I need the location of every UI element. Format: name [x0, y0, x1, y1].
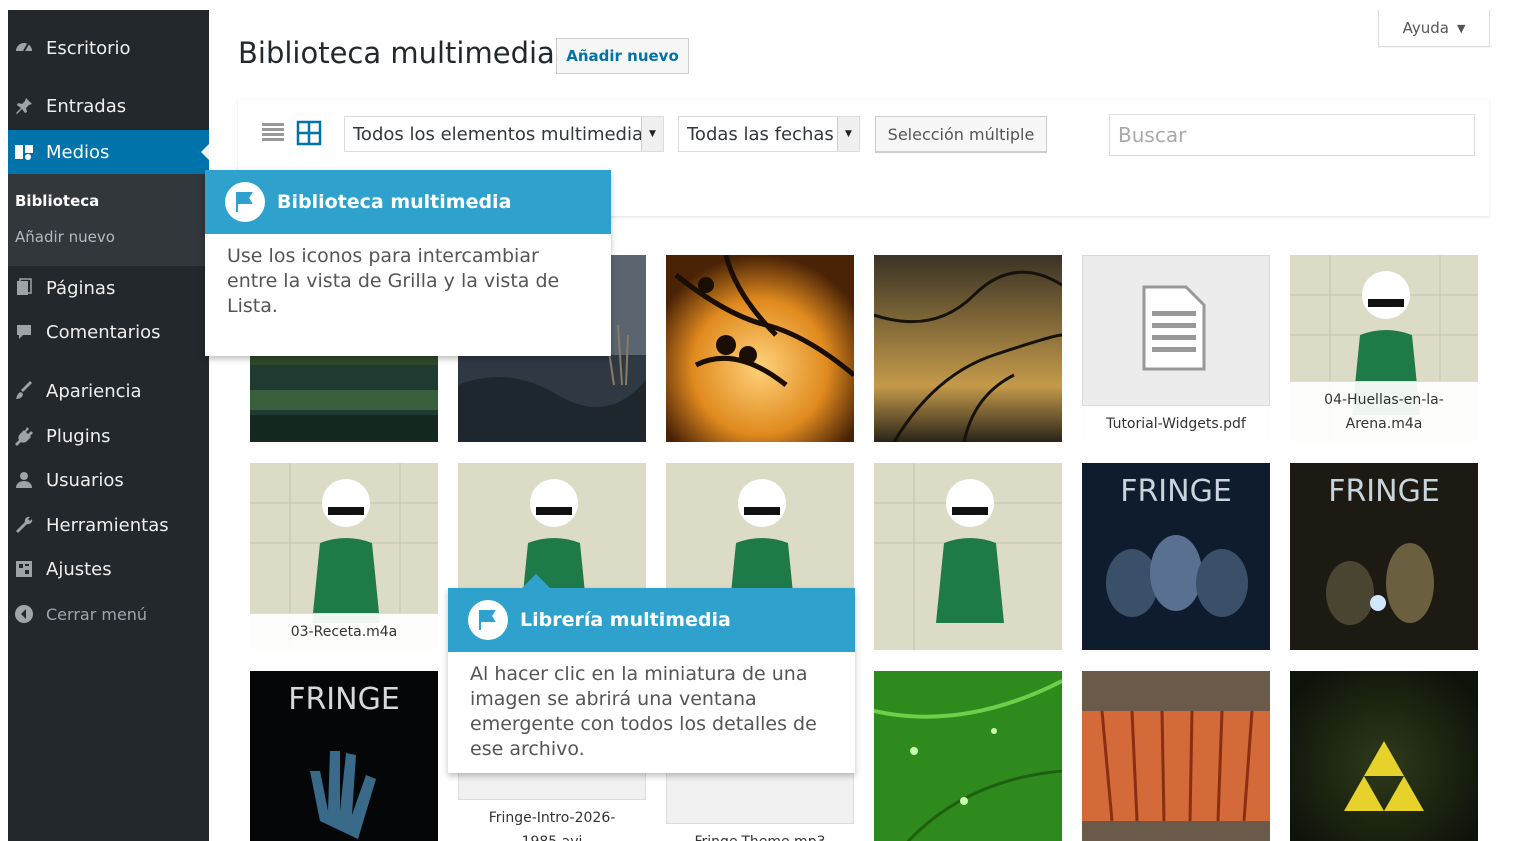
- fringe-poster-image: FRINGE: [1290, 463, 1478, 650]
- dashboard-icon: [12, 36, 36, 60]
- media-thumbnail-receta[interactable]: 03-Receta.m4a: [250, 463, 438, 650]
- submenu-item-anadir-nuevo[interactable]: Añadir nuevo: [15, 228, 115, 246]
- admin-sidebar: Escritorio Entradas Medios Biblioteca Añ…: [8, 10, 209, 841]
- media-filename: Tutorial-Widgets.pdf: [1082, 405, 1270, 442]
- page-title: Biblioteca multimedia: [238, 36, 555, 70]
- poster-title: FRINGE: [288, 682, 400, 717]
- menu-item-herramientas[interactable]: Herramientas: [8, 503, 209, 547]
- pointer-body: Al hacer clic en la miniatura de una ima…: [470, 663, 817, 760]
- poster-title: FRINGE: [1120, 474, 1232, 509]
- menu-item-escritorio[interactable]: Escritorio: [8, 26, 209, 70]
- add-new-button[interactable]: Añadir nuevo: [556, 38, 689, 74]
- media-thumbnail-pdf[interactable]: Tutorial-Widgets.pdf: [1082, 255, 1270, 442]
- pointer-arrow: [522, 574, 550, 588]
- help-label: Ayuda: [1402, 19, 1449, 37]
- menu-item-ajustes[interactable]: Ajustes: [8, 547, 209, 591]
- pointer-header: Biblioteca multimedia: [205, 170, 611, 234]
- flag-icon: [468, 600, 508, 640]
- media-type-filter[interactable]: Todos los elementos multimedia ▼: [344, 116, 664, 152]
- collapse-arrow-icon: [12, 602, 36, 626]
- menu-item-entradas[interactable]: Entradas: [8, 84, 209, 128]
- twilight-branches-image: [874, 255, 1062, 442]
- menu-item-comentarios[interactable]: Comentarios: [8, 310, 209, 354]
- media-filename: 03-Receta.m4a: [250, 613, 438, 650]
- media-thumbnail-twilight-branches[interactable]: [874, 255, 1062, 442]
- media-type-filter-value: Todos los elementos multimedia: [353, 123, 644, 145]
- poster-title: FRINGE: [1328, 474, 1440, 509]
- pages-icon: [12, 276, 36, 300]
- green-leaf-image: [874, 671, 1062, 841]
- media-icon: [12, 140, 36, 164]
- sunset-branches-image: [666, 255, 854, 442]
- users-icon: [12, 468, 36, 492]
- flag-icon: [225, 182, 265, 222]
- menu-item-paginas[interactable]: Páginas: [8, 266, 209, 310]
- media-thumbnail-woman-4[interactable]: [874, 463, 1062, 650]
- triforce-image: [1290, 671, 1478, 841]
- media-thumbnail-fringe-hand[interactable]: FRINGE: [250, 671, 438, 841]
- pointer-title: Biblioteca multimedia: [277, 191, 512, 213]
- menu-item-usuarios[interactable]: Usuarios: [8, 458, 209, 502]
- pointer-header: Librería multimedia: [448, 588, 855, 652]
- media-thumbnail-sunset-branches[interactable]: [666, 255, 854, 442]
- pointer-title: Librería multimedia: [520, 609, 731, 631]
- fringe-poster-image: FRINGE: [1082, 463, 1270, 650]
- menu-item-medios[interactable]: Medios: [8, 130, 209, 174]
- tools-icon: [12, 513, 36, 537]
- search-input[interactable]: [1109, 114, 1475, 156]
- comments-icon: [12, 320, 36, 344]
- chevron-down-icon: ▼: [1456, 21, 1466, 35]
- date-filter[interactable]: Todas las fechas ▼: [678, 116, 860, 152]
- media-thumbnail-fringe-poster-1[interactable]: FRINGE: [1082, 463, 1270, 650]
- pointer-body: Use los iconos para intercambiar entre l…: [227, 245, 560, 317]
- settings-icon: [12, 557, 36, 581]
- submenu-item-biblioteca[interactable]: Biblioteca: [15, 192, 99, 210]
- media-filename: Fringe-Theme.mp3: [666, 823, 854, 841]
- bulk-select-button[interactable]: Selección múltiple: [875, 116, 1047, 152]
- orange-fungus-image: [1082, 671, 1270, 841]
- list-view-icon[interactable]: [260, 120, 286, 146]
- medios-submenu: Biblioteca Añadir nuevo: [8, 174, 209, 266]
- fringe-hand-poster-image: FRINGE: [250, 671, 438, 841]
- menu-item-apariencia[interactable]: Apariencia: [8, 369, 209, 413]
- help-button[interactable]: Ayuda ▼: [1378, 10, 1490, 47]
- menu-item-plugins[interactable]: Plugins: [8, 414, 209, 458]
- media-filename: 04-Huellas-en-la-Arena.m4a: [1290, 381, 1478, 442]
- collapse-menu-button[interactable]: Cerrar menú: [8, 592, 209, 636]
- pushpin-icon: [12, 94, 36, 118]
- document-icon: [1142, 285, 1206, 371]
- media-thumbnail-fringe-poster-2[interactable]: FRINGE: [1290, 463, 1478, 650]
- tour-pointer-thumbnail: Librería multimedia Al hacer clic en la …: [448, 574, 855, 773]
- grid-view-icon[interactable]: [296, 120, 322, 146]
- dropdown-arrow-icon: ▼: [837, 117, 859, 151]
- media-filename: Fringe-Intro-2026-1985.avi: [458, 799, 646, 841]
- media-thumbnail-fungus[interactable]: [1082, 671, 1270, 841]
- media-thumbnail-huellas[interactable]: 04-Huellas-en-la-Arena.m4a: [1290, 255, 1478, 442]
- date-filter-value: Todas las fechas: [687, 123, 834, 145]
- tour-pointer-view-toggle: Biblioteca multimedia Use los iconos par…: [205, 170, 611, 356]
- dropdown-arrow-icon: ▼: [641, 117, 663, 151]
- plugins-icon: [12, 424, 36, 448]
- media-thumbnail-triforce[interactable]: [1290, 671, 1478, 841]
- media-thumbnail-green-leaf[interactable]: [874, 671, 1062, 841]
- woman-green-dress-image: [874, 463, 1062, 650]
- appearance-icon: [12, 379, 36, 403]
